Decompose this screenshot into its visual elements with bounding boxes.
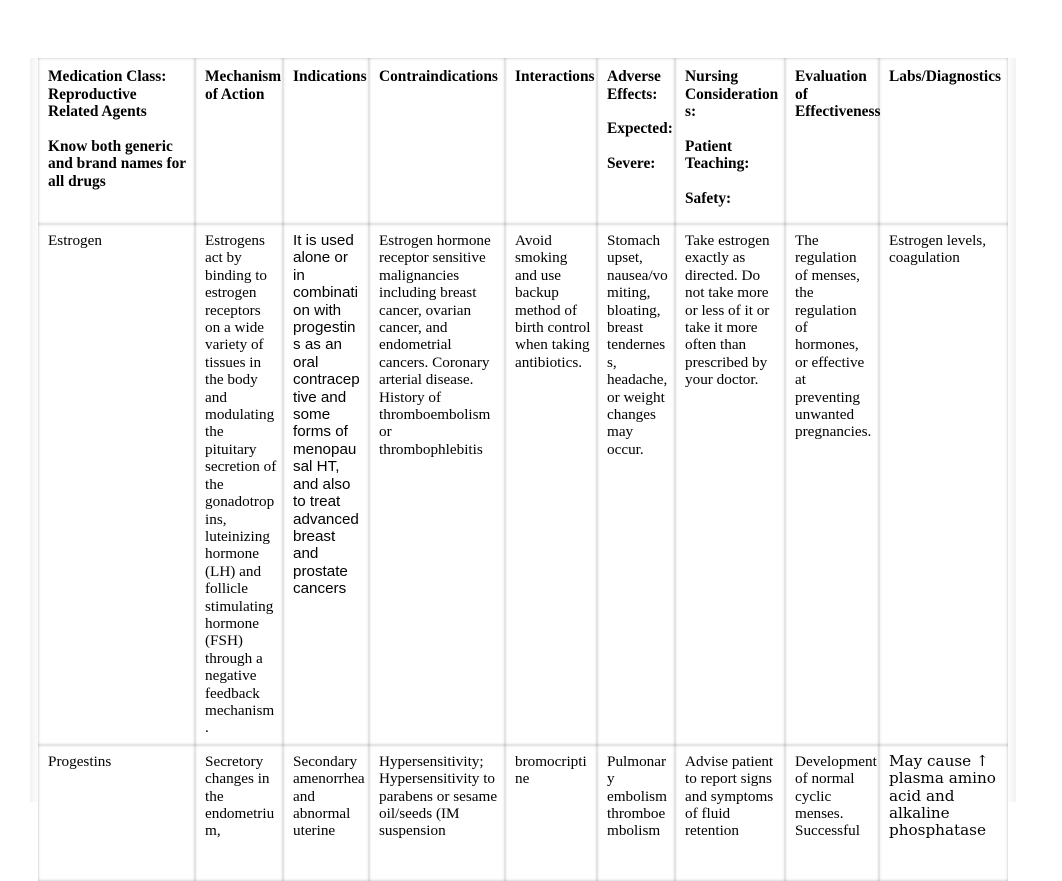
- cell-interactions: Avoid smoking and use backup method of b…: [505, 224, 597, 745]
- column-header-contraindications: Contraindications: [369, 58, 505, 224]
- cell-indications: It is used alone or in combination with …: [283, 224, 369, 745]
- header-spacer: [607, 138, 669, 155]
- header-spacer: [607, 103, 669, 120]
- column-header-nursing-considerations: Nursing Considerations: Patient Teaching…: [675, 58, 785, 224]
- column-header-mechanism-of-action-label: Mechanism of Action: [205, 68, 282, 103]
- table-row: Estrogen Estrogens act by binding to est…: [38, 224, 1008, 745]
- column-header-mechanism-of-action: Mechanism of Action: [195, 58, 283, 224]
- column-header-medication-class: Medication Class: Reproductive Related A…: [38, 58, 195, 224]
- cell-indications: Secondary amenorrhea and abnormal uterin…: [283, 744, 369, 881]
- medication-table-container: Medication Class: Reproductive Related A…: [38, 58, 1008, 881]
- cell-labs-diagnostics: May cause ↑ plasma amino acid and alkali…: [879, 744, 1008, 881]
- column-header-evaluation-of-effectiveness: Evaluation of Effectiveness: [785, 58, 881, 224]
- cell-adverse-effects: Stomach upset, nausea/vomiting, bloating…: [597, 224, 675, 745]
- column-header-medication-class-title: Medication Class: Reproductive Related A…: [48, 68, 167, 121]
- cell-mechanism-of-action: Estrogens act by binding to estrogen rec…: [195, 224, 283, 745]
- cell-adverse-effects: Pulmonary embolism thromboembolism: [597, 744, 675, 881]
- header-spacer: [685, 173, 779, 190]
- column-header-labs-diagnostics-label: Labs/Diagnostics: [889, 68, 1002, 85]
- cell-medication-class: Progestins: [38, 744, 195, 881]
- cell-labs-diagnostics: Estrogen levels, coagulation: [879, 224, 1008, 745]
- cell-contraindications: Estrogen hormone receptor sensitive mali…: [369, 224, 505, 745]
- cell-contraindications: Hypersensitivity; Hypersensitivity to pa…: [369, 744, 505, 881]
- cell-mechanism-of-action: Secretory changes in the endometrium,: [195, 744, 283, 881]
- header-row: Medication Class: Reproductive Related A…: [38, 58, 1008, 224]
- column-header-adverse-effects: Adverse Effects: Expected: Severe:: [597, 58, 675, 224]
- table-row: Progestins Secretory changes in the endo…: [38, 744, 1008, 881]
- column-header-labs-diagnostics: Labs/Diagnostics: [879, 58, 1008, 224]
- column-header-adverse-severe-label: Severe:: [607, 154, 656, 172]
- table-body: Estrogen Estrogens act by binding to est…: [38, 224, 1008, 881]
- document-page: Medication Class: Reproductive Related A…: [0, 0, 1062, 881]
- cell-medication-class: Estrogen: [38, 224, 195, 745]
- column-header-adverse-expected-label: Expected:: [607, 120, 673, 138]
- cell-nursing-considerations: Advise patient to report signs and sympt…: [675, 744, 785, 881]
- column-header-medication-class-note: Know both generic and brand names for al…: [48, 137, 186, 190]
- cell-evaluation-of-effectiveness: Development of normal cyclic menses. Suc…: [785, 744, 879, 881]
- column-header-patient-teaching-label: Patient Teaching:: [685, 137, 750, 173]
- column-header-safety-label: Safety:: [685, 189, 732, 207]
- header-spacer: [685, 121, 779, 138]
- table-header: Medication Class: Reproductive Related A…: [38, 58, 1008, 224]
- cell-interactions: bromocriptine: [505, 744, 597, 881]
- column-header-adverse-effects-label: Adverse Effects:: [607, 68, 661, 103]
- column-header-indications: Indications: [283, 58, 369, 224]
- column-header-interactions: Interactions: [505, 58, 597, 224]
- column-header-indications-label: Indications: [293, 68, 367, 85]
- cell-nursing-considerations: Take estrogen exactly as directed. Do no…: [675, 224, 785, 745]
- column-header-contraindications-label: Contraindications: [379, 68, 498, 85]
- column-header-nursing-considerations-label: Nursing Considerations:: [685, 68, 779, 121]
- column-header-evaluation-label: Evaluation of Effectiveness: [795, 68, 881, 121]
- column-header-interactions-label: Interactions: [515, 68, 595, 85]
- cell-evaluation-of-effectiveness: The regulation of menses, the regulation…: [785, 224, 879, 745]
- medication-table: Medication Class: Reproductive Related A…: [38, 58, 1008, 881]
- header-spacer: [48, 121, 189, 138]
